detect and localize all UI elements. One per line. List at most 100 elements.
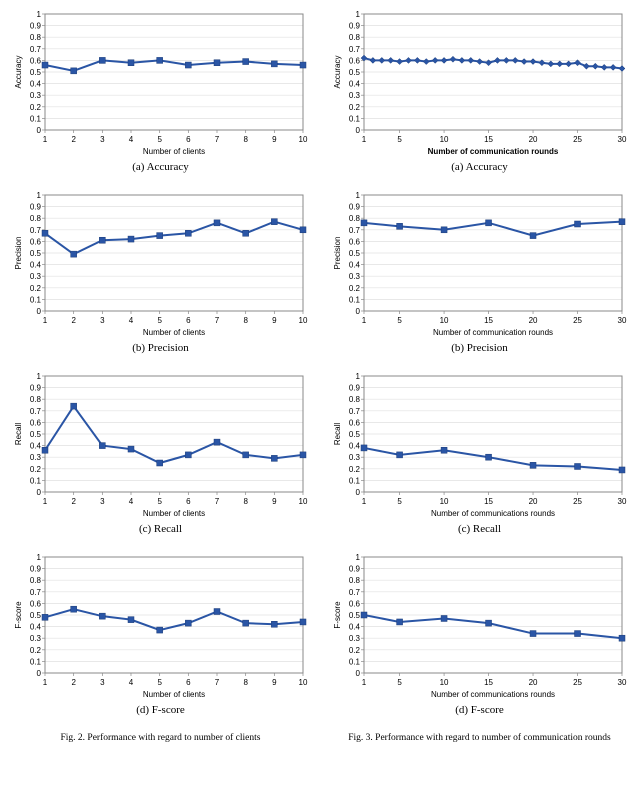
caption-left-precision: (b) Precision [132, 342, 189, 354]
svg-text:0.3: 0.3 [348, 634, 360, 643]
caption-left-fscore: (d) F-score [136, 704, 185, 716]
svg-text:1: 1 [42, 497, 47, 506]
chart-left-precision: 00.10.20.30.40.50.60.70.80.9112345678910… [11, 189, 311, 339]
svg-text:Number of clients: Number of clients [142, 690, 204, 699]
svg-text:10: 10 [298, 678, 307, 687]
svg-text:20: 20 [528, 316, 537, 325]
svg-text:0.4: 0.4 [29, 261, 41, 270]
caption-left-accuracy: (a) Accuracy [132, 161, 189, 173]
svg-text:Recall: Recall [333, 423, 342, 445]
svg-text:0.9: 0.9 [348, 22, 360, 31]
svg-text:5: 5 [397, 497, 402, 506]
svg-text:F-score: F-score [333, 601, 342, 629]
svg-text:3: 3 [100, 678, 105, 687]
svg-text:0.7: 0.7 [348, 45, 360, 54]
svg-text:20: 20 [528, 678, 537, 687]
svg-text:10: 10 [298, 316, 307, 325]
svg-text:0.4: 0.4 [29, 442, 41, 451]
svg-text:1: 1 [36, 191, 41, 200]
chart-left-recall: 00.10.20.30.40.50.60.70.80.9112345678910… [11, 370, 311, 520]
cell-right-accuracy: 00.10.20.30.40.50.60.70.80.9115101520253… [327, 8, 632, 185]
svg-text:1: 1 [42, 135, 47, 144]
svg-text:10: 10 [298, 497, 307, 506]
svg-text:0.6: 0.6 [348, 237, 360, 246]
svg-text:1: 1 [361, 135, 366, 144]
svg-text:0: 0 [355, 307, 360, 316]
cell-left-precision: 00.10.20.30.40.50.60.70.80.9112345678910… [8, 189, 313, 366]
svg-text:9: 9 [272, 135, 277, 144]
svg-text:9: 9 [272, 316, 277, 325]
chart-right-accuracy: 00.10.20.30.40.50.60.70.80.9115101520253… [330, 8, 630, 158]
svg-text:2: 2 [71, 316, 76, 325]
svg-text:0.4: 0.4 [348, 442, 360, 451]
svg-text:0.1: 0.1 [29, 476, 41, 485]
svg-text:7: 7 [214, 497, 219, 506]
svg-text:Precision: Precision [333, 237, 342, 270]
svg-text:5: 5 [157, 678, 162, 687]
svg-text:0.9: 0.9 [348, 565, 360, 574]
svg-text:0.9: 0.9 [29, 203, 41, 212]
svg-text:Number of communication rounds: Number of communication rounds [427, 147, 558, 156]
caption-right-precision: (b) Precision [451, 342, 508, 354]
svg-text:0.2: 0.2 [348, 465, 360, 474]
svg-text:1: 1 [361, 678, 366, 687]
svg-text:9: 9 [272, 678, 277, 687]
svg-text:4: 4 [128, 316, 133, 325]
svg-text:0.1: 0.1 [348, 476, 360, 485]
svg-text:1: 1 [355, 553, 360, 562]
chart-left-fscore: 00.10.20.30.40.50.60.70.80.9112345678910… [11, 551, 311, 701]
svg-text:25: 25 [573, 497, 582, 506]
svg-text:Accuracy: Accuracy [333, 56, 342, 89]
svg-text:0.4: 0.4 [29, 80, 41, 89]
svg-text:0.7: 0.7 [348, 588, 360, 597]
svg-text:0.7: 0.7 [29, 45, 41, 54]
svg-text:0.8: 0.8 [29, 33, 41, 42]
chart-right-recall: 00.10.20.30.40.50.60.70.80.9115101520253… [330, 370, 630, 520]
cell-left-fscore: 00.10.20.30.40.50.60.70.80.9112345678910… [8, 551, 313, 728]
svg-text:0.4: 0.4 [348, 261, 360, 270]
svg-text:0.1: 0.1 [348, 114, 360, 123]
svg-text:30: 30 [617, 316, 626, 325]
svg-text:0.6: 0.6 [29, 599, 41, 608]
svg-text:0.3: 0.3 [29, 272, 41, 281]
svg-text:0: 0 [36, 488, 41, 497]
svg-text:5: 5 [397, 135, 402, 144]
svg-text:0.5: 0.5 [29, 249, 41, 258]
svg-text:0.6: 0.6 [29, 237, 41, 246]
svg-text:0.8: 0.8 [29, 214, 41, 223]
svg-text:1: 1 [42, 316, 47, 325]
svg-text:8: 8 [243, 316, 248, 325]
svg-text:0.1: 0.1 [29, 114, 41, 123]
svg-text:1: 1 [355, 191, 360, 200]
svg-text:2: 2 [71, 678, 76, 687]
svg-text:Number of clients: Number of clients [142, 509, 204, 518]
svg-text:0.2: 0.2 [29, 465, 41, 474]
caption-left-recall: (c) Recall [139, 523, 182, 535]
svg-text:0.2: 0.2 [348, 284, 360, 293]
svg-text:0.3: 0.3 [348, 272, 360, 281]
svg-text:10: 10 [439, 316, 448, 325]
svg-text:25: 25 [573, 135, 582, 144]
svg-text:0.2: 0.2 [29, 284, 41, 293]
svg-text:6: 6 [186, 316, 191, 325]
svg-text:0.2: 0.2 [29, 103, 41, 112]
svg-text:0: 0 [36, 307, 41, 316]
svg-text:Number of clients: Number of clients [142, 147, 204, 156]
cell-left-recall: 00.10.20.30.40.50.60.70.80.9112345678910… [8, 370, 313, 547]
svg-text:5: 5 [157, 497, 162, 506]
svg-text:0.8: 0.8 [348, 576, 360, 585]
svg-text:0.9: 0.9 [29, 22, 41, 31]
svg-text:20: 20 [528, 135, 537, 144]
svg-text:0.6: 0.6 [29, 56, 41, 65]
caption-right-recall: (c) Recall [458, 523, 501, 535]
svg-text:Number of clients: Number of clients [142, 328, 204, 337]
svg-text:0.6: 0.6 [29, 418, 41, 427]
svg-text:0.3: 0.3 [29, 91, 41, 100]
svg-text:3: 3 [100, 497, 105, 506]
svg-text:4: 4 [128, 678, 133, 687]
svg-text:6: 6 [186, 678, 191, 687]
svg-text:0.2: 0.2 [348, 646, 360, 655]
caption-right-fscore: (d) F-score [455, 704, 504, 716]
chart-right-precision: 00.10.20.30.40.50.60.70.80.9115101520253… [330, 189, 630, 339]
svg-text:15: 15 [484, 678, 493, 687]
